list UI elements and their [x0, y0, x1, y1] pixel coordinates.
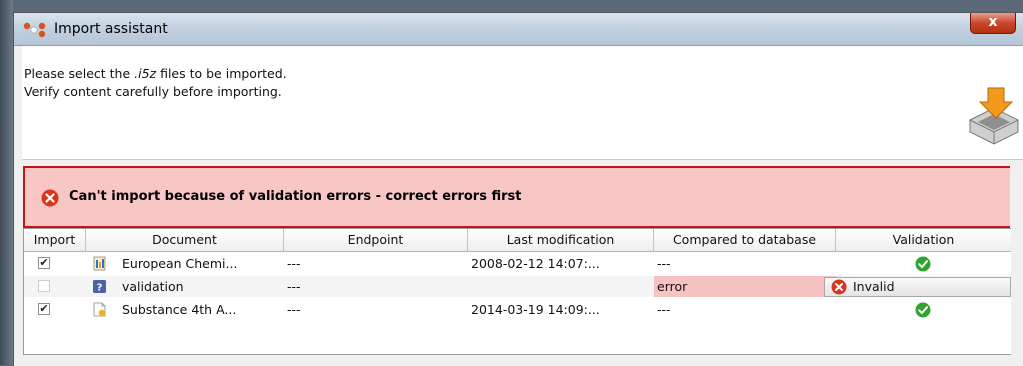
compared-value: --- [657, 256, 671, 271]
app-logo-icon [23, 22, 46, 38]
column-header-last-modification[interactable]: Last modification [468, 229, 654, 251]
table-row[interactable]: ✔ European Chemi... --- 2008-02-12 14:07… [24, 253, 1011, 274]
chemical-doc-icon [93, 256, 106, 271]
import-tray-icon [969, 87, 1019, 145]
document-name: European Chemi... [122, 256, 238, 271]
instructions-panel: Please select the .i5z files to be impor… [22, 46, 1023, 160]
endpoint-value: --- [287, 256, 301, 271]
last-modification-value: 2008-02-12 14:07:... [471, 256, 600, 271]
window-title: Import assistant [54, 21, 168, 37]
validation-error-banner: Can't import because of validation error… [23, 166, 1010, 228]
endpoint-value: --- [287, 302, 301, 317]
invalid-status-button[interactable]: Invalid [824, 277, 1011, 297]
instruction-text-after: files to be imported. [156, 66, 287, 81]
svg-text:?: ? [97, 283, 103, 294]
column-header-validation[interactable]: Validation [836, 229, 1011, 251]
file-extension: .i5z [134, 66, 157, 81]
column-header-import[interactable]: Import [24, 229, 86, 251]
instruction-line-2: Verify content carefully before importin… [24, 84, 282, 99]
compared-value: --- [657, 302, 671, 317]
column-header-document[interactable]: Document [86, 229, 284, 251]
table-row[interactable]: ? validation --- error Invalid [24, 276, 1011, 297]
background-edge [0, 0, 13, 365]
column-header-endpoint[interactable]: Endpoint [284, 229, 468, 251]
valid-check-icon [915, 256, 931, 272]
instruction-line-1: Please select the .i5z files to be impor… [24, 66, 287, 81]
instruction-text-before: Please select the [24, 66, 135, 81]
document-name: Substance 4th A... [122, 302, 237, 317]
table-header: Import Document Endpoint Last modificati… [24, 229, 1011, 252]
files-table: Import Document Endpoint Last modificati… [23, 228, 1011, 355]
endpoint-value: --- [287, 279, 301, 294]
title-bar[interactable]: Import assistant x [14, 13, 1023, 46]
table-row[interactable]: ✔ Substance 4th A... --- 2014-03-19 14:0… [24, 299, 1011, 320]
unknown-doc-icon: ? [93, 280, 106, 294]
substance-doc-icon [93, 302, 106, 317]
compared-error-value: error [654, 276, 836, 297]
close-button[interactable]: x [970, 13, 1016, 34]
error-message: Can't import because of validation error… [69, 189, 522, 204]
import-checkbox[interactable]: ✔ [38, 257, 50, 269]
document-name: validation [122, 279, 184, 294]
column-header-compared[interactable]: Compared to database [654, 229, 836, 251]
valid-check-icon [915, 302, 931, 318]
error-x-icon [831, 279, 847, 295]
last-modification-value: 2014-03-19 14:09:... [471, 302, 600, 317]
invalid-label: Invalid [853, 279, 895, 294]
import-checkbox[interactable]: ✔ [38, 303, 50, 315]
import-checkbox[interactable] [38, 280, 50, 292]
error-x-icon [41, 189, 59, 207]
last-modification-value [471, 276, 653, 297]
